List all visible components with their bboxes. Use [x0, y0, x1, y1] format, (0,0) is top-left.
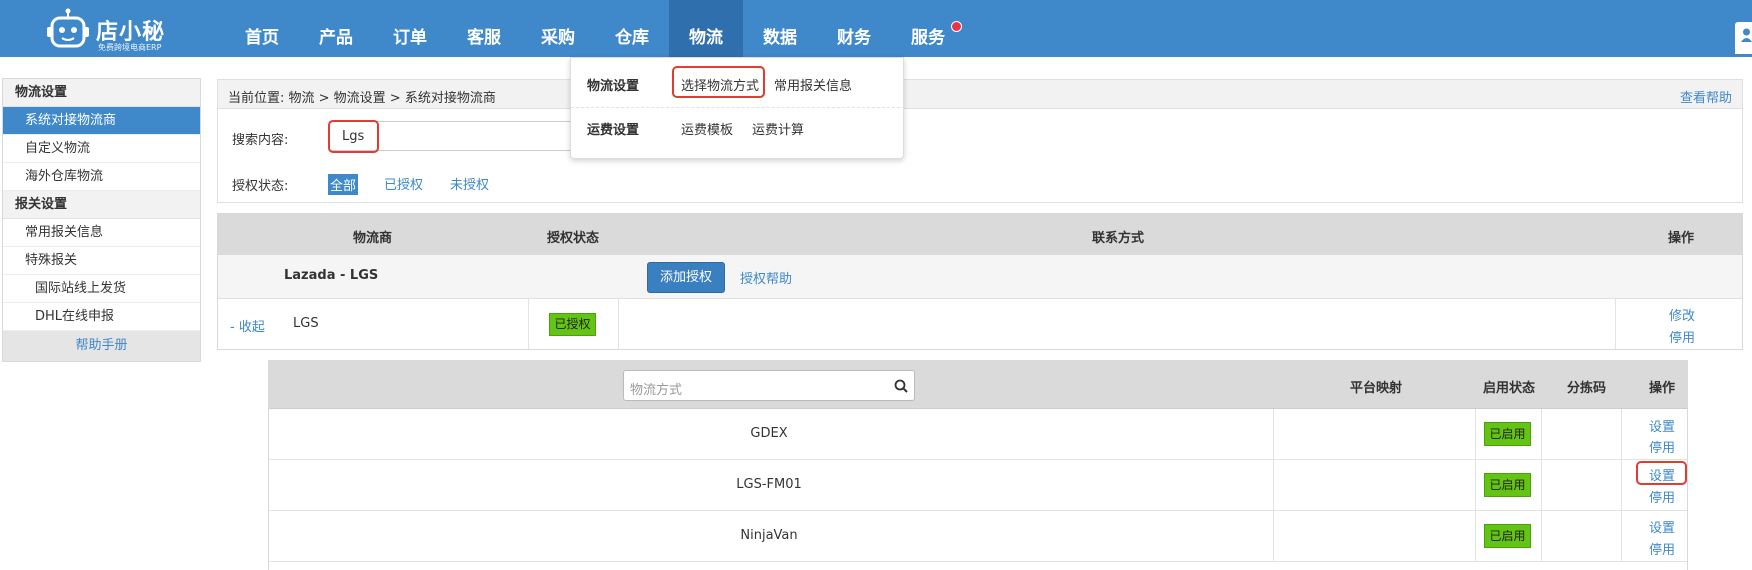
- col-method-actions: 操作: [1649, 381, 1676, 396]
- nav-warehouse[interactable]: 仓库: [595, 0, 669, 57]
- tab-auth-all[interactable]: 全部: [328, 174, 359, 195]
- method-name: NinjaVan: [740, 528, 798, 543]
- breadcrumb-bar: 当前位置: 物流 > 物流设置 > 系统对接物流商 查看帮助: [217, 79, 1743, 109]
- breadcrumb: 当前位置: 物流 > 物流设置 > 系统对接物流商: [228, 91, 496, 106]
- sidebar-item-custom-logistics[interactable]: 自定义物流: [3, 135, 200, 163]
- shipping-method-table: 物流方式 平台映射 启用状态 分拣码 操作 GDEX 已启用 设置 停用 LGS…: [268, 360, 1688, 570]
- table-row: - 收起 LGS 已授权 修改 停用: [218, 299, 1742, 349]
- nav-products[interactable]: 产品: [299, 0, 373, 57]
- search-icon[interactable]: [894, 379, 908, 393]
- sidebar-item-overseas-warehouse[interactable]: 海外仓库物流: [3, 163, 200, 191]
- table-row: LGS-FM01 已启用 设置 停用: [269, 460, 1687, 511]
- menu-item-freight-calc[interactable]: 运费计算: [752, 119, 804, 138]
- sidebar-item-dhl-declaration[interactable]: DHL在线申报: [3, 303, 200, 331]
- nav-purchase[interactable]: 采购: [521, 0, 595, 57]
- disable-link[interactable]: 停用: [1649, 539, 1675, 558]
- status-badge: 已启用: [1484, 473, 1531, 497]
- sidebar-group-customs-settings: 报关设置: [3, 191, 200, 219]
- view-help-link[interactable]: 查看帮助: [1680, 87, 1732, 106]
- carrier-group-row: Lazada - LGS 添加授权 授权帮助: [218, 255, 1742, 299]
- tab-auth-authorized[interactable]: 已授权: [384, 174, 423, 193]
- status-badge: 已授权: [549, 313, 596, 336]
- user-icon[interactable]: [1741, 28, 1752, 42]
- status-badge: 已启用: [1484, 422, 1531, 446]
- sidebar-help-manual[interactable]: 帮助手册: [3, 331, 200, 361]
- dropdown-row-logistics-settings: 物流设置 选择物流方式 常用报关信息: [571, 58, 905, 108]
- disable-link[interactable]: 停用: [1669, 327, 1695, 346]
- dropdown-heading-logistics: 物流设置: [587, 79, 640, 94]
- settings-link[interactable]: 设置: [1649, 517, 1675, 536]
- col-carrier: 物流商: [353, 231, 393, 246]
- col-auth-status: 授权状态: [547, 231, 600, 246]
- col-contact: 联系方式: [1092, 231, 1145, 246]
- table-row: GDEX 已启用 设置 停用: [269, 409, 1687, 460]
- search-highlight-box: [328, 120, 379, 153]
- dropdown-heading-freight: 运费设置: [587, 123, 640, 138]
- notification-dot: [951, 21, 962, 32]
- nav-data[interactable]: 数据: [743, 0, 817, 57]
- robot-logo-icon: [47, 8, 89, 48]
- carrier-table: 物流商 授权状态 联系方式 操作 Lazada - LGS 添加授权 授权帮助 …: [217, 213, 1743, 350]
- method-search-input[interactable]: 物流方式: [623, 370, 915, 401]
- col-platform-mapping: 平台映射: [1350, 381, 1403, 396]
- disable-link[interactable]: 停用: [1649, 487, 1675, 506]
- add-authorization-button[interactable]: 添加授权: [647, 262, 725, 293]
- sidebar-item-system-carriers[interactable]: 系统对接物流商: [3, 107, 200, 135]
- nav-finance[interactable]: 财务: [817, 0, 891, 57]
- filter-panel: 搜索内容: Lgs 授权状态: 全部 已授权 未授权: [217, 109, 1743, 203]
- method-table-header: 物流方式 平台映射 启用状态 分拣码 操作: [269, 361, 1687, 409]
- menu-item-freight-template[interactable]: 运费模板: [681, 119, 733, 138]
- method-name: GDEX: [750, 426, 788, 441]
- nav-logistics[interactable]: 物流: [669, 0, 743, 57]
- carrier-group-name: Lazada - LGS: [284, 268, 379, 283]
- authorization-help-link[interactable]: 授权帮助: [740, 268, 792, 287]
- table-row: NinjaVan 已启用 设置 停用: [269, 511, 1687, 562]
- brand-tagline: 免费跨境电商ERP: [98, 43, 162, 52]
- col-actions: 操作: [1668, 231, 1695, 246]
- settings-highlight-box: [1636, 461, 1687, 485]
- sidebar-group-logistics-settings: 物流设置: [3, 79, 200, 107]
- nav-customer-service[interactable]: 客服: [447, 0, 521, 57]
- sidebar-item-customs-info[interactable]: 常用报关信息: [3, 219, 200, 247]
- menu-item-customs-info[interactable]: 常用报关信息: [774, 75, 852, 94]
- menu-highlight-box: [672, 66, 765, 98]
- nav-home[interactable]: 首页: [225, 0, 299, 57]
- logistics-dropdown-menu: 物流设置 选择物流方式 常用报关信息 运费设置 运费模板 运费计算: [570, 57, 905, 159]
- col-sort-code: 分拣码: [1567, 381, 1607, 396]
- sidebar: 物流设置 系统对接物流商 自定义物流 海外仓库物流 报关设置 常用报关信息 特殊…: [2, 78, 201, 362]
- dropdown-row-freight-settings: 运费设置 运费模板 运费计算: [571, 108, 905, 158]
- search-label: 搜索内容:: [232, 133, 289, 148]
- sidebar-item-intl-online-shipping[interactable]: 国际站线上发货: [3, 275, 200, 303]
- status-badge: 已启用: [1484, 524, 1531, 548]
- carrier-account-name: LGS: [293, 316, 319, 331]
- collapse-toggle[interactable]: - 收起: [230, 316, 265, 335]
- edit-link[interactable]: 修改: [1669, 305, 1695, 324]
- tab-auth-unauthorized[interactable]: 未授权: [450, 174, 489, 193]
- sidebar-item-special-customs[interactable]: 特殊报关: [3, 247, 200, 275]
- top-navbar: 店小秘 免费跨境电商ERP 首页 产品 订单 客服 采购 仓库 物流 数据 财务…: [0, 0, 1752, 57]
- method-search-placeholder: 物流方式: [630, 383, 683, 398]
- carrier-table-header: 物流商 授权状态 联系方式 操作: [218, 214, 1742, 255]
- method-name: LGS-FM01: [736, 477, 802, 492]
- col-enable-status: 启用状态: [1483, 381, 1536, 396]
- auth-status-label: 授权状态:: [232, 179, 289, 194]
- disable-link[interactable]: 停用: [1649, 437, 1675, 456]
- brand-logo[interactable]: 店小秘 免费跨境电商ERP: [46, 6, 176, 52]
- nav-orders[interactable]: 订单: [373, 0, 447, 57]
- main-nav: 首页 产品 订单 客服 采购 仓库 物流 数据 财务 服务: [225, 0, 965, 57]
- settings-link[interactable]: 设置: [1649, 416, 1675, 435]
